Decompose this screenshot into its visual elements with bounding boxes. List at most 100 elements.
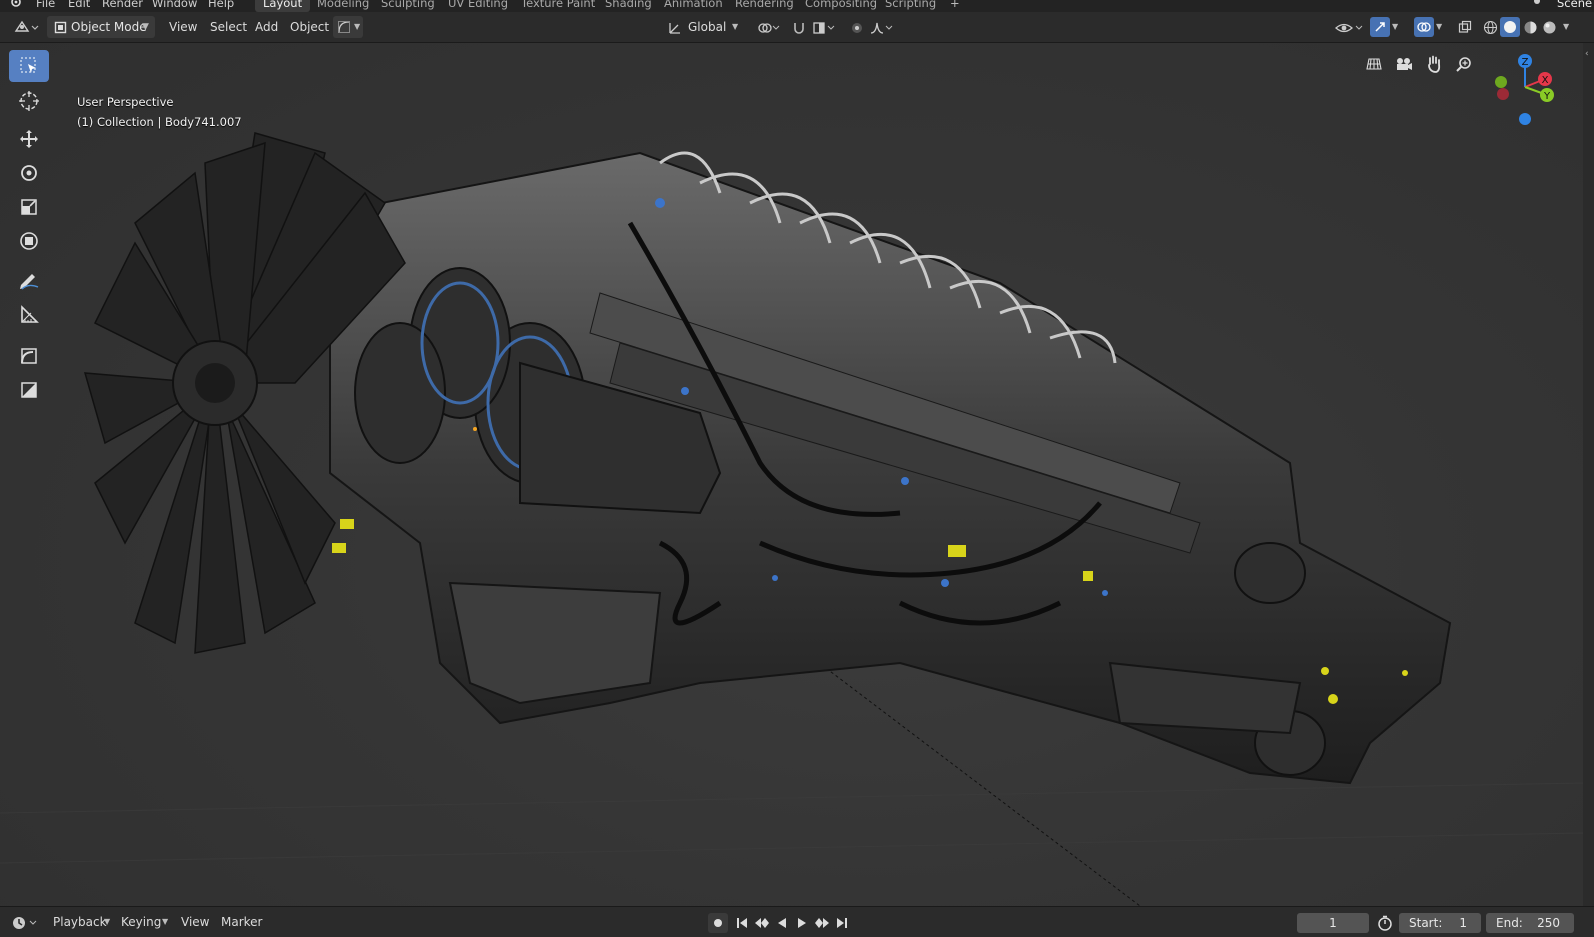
3d-viewport[interactable]: User Perspective (1) Collection | Body74… (0, 43, 1583, 906)
gizmo-neg-x[interactable] (1497, 88, 1509, 100)
snap-icon[interactable] (791, 20, 807, 36)
visibility-eye-icon[interactable] (1334, 19, 1364, 37)
perspective-label: User Perspective (77, 95, 174, 109)
stopwatch-icon[interactable] (1376, 914, 1394, 932)
chevron-down-icon: ▼ (1436, 22, 1443, 31)
wireframe-shading-icon[interactable] (1481, 18, 1499, 36)
play-reverse-icon[interactable] (773, 913, 791, 933)
tab-sculpting[interactable]: Sculpting (373, 0, 443, 12)
add-plane-icon[interactable] (9, 374, 49, 406)
gizmo-z-label: Z (1522, 57, 1529, 68)
hand-pan-icon[interactable] (1420, 50, 1448, 78)
tab-compositing[interactable]: Compositing (797, 0, 885, 12)
object-mode-icon (52, 19, 68, 35)
material-shading-icon[interactable] (1521, 18, 1539, 36)
menu-file[interactable]: File (36, 0, 55, 10)
chevron-down-icon: ▼ (1563, 22, 1570, 31)
tab-shading[interactable]: Shading (597, 0, 660, 12)
editor-type-icon[interactable] (12, 17, 40, 37)
cursor-icon[interactable] (9, 85, 49, 117)
current-frame-field[interactable]: 1 (1297, 913, 1369, 933)
transform-orientation-dropdown[interactable]: Global (688, 16, 726, 38)
add-workspace-button[interactable]: + (942, 0, 968, 12)
gizmo-x-label: X (1542, 75, 1549, 86)
snap-target-icon[interactable] (811, 20, 837, 36)
menu-marker[interactable]: Marker (221, 911, 262, 933)
add-cube-icon[interactable] (9, 340, 49, 372)
menu-playback[interactable]: Playback (53, 911, 107, 933)
jump-start-icon[interactable] (733, 913, 751, 933)
tab-rendering[interactable]: Rendering (727, 0, 802, 12)
scene-icon[interactable] (1530, 0, 1544, 11)
navigation-gizmo[interactable]: Z X Y (1487, 49, 1559, 127)
menu-select[interactable]: Select (210, 16, 247, 38)
menu-render[interactable]: Render (102, 0, 143, 10)
gizmo-y-label: Y (1543, 91, 1551, 102)
camera-view-icon[interactable] (1390, 50, 1418, 78)
menu-object[interactable]: Object (290, 16, 329, 38)
record-icon[interactable] (708, 913, 728, 933)
menu-view-timeline[interactable]: View (181, 911, 209, 933)
grid-toggle-icon[interactable] (1360, 50, 1388, 78)
overlays-icon[interactable] (1414, 17, 1434, 37)
transform-orientation-icon[interactable] (667, 20, 683, 36)
xray-icon[interactable] (1456, 18, 1474, 36)
mode-dropdown[interactable]: Object Mode ▼ (47, 16, 155, 38)
gizmo-neg-y[interactable] (1495, 76, 1507, 88)
tab-scripting[interactable]: Scripting (877, 0, 944, 12)
scene-render[interactable] (0, 43, 1583, 906)
scale-icon[interactable] (9, 191, 49, 223)
tab-texture-paint[interactable]: Texture Paint (513, 0, 603, 12)
measure-icon[interactable] (9, 299, 49, 331)
end-label: End: (1496, 916, 1523, 930)
viewport-info: User Perspective (1) Collection | Body74… (77, 92, 242, 132)
chevron-left-icon[interactable]: ‹ (1585, 49, 1589, 59)
tab-uv-editing[interactable]: UV Editing (440, 0, 516, 12)
viewport-header: Object Mode ▼ View Select Add Object ▼ G… (0, 12, 1594, 43)
timeline-editor-icon[interactable] (10, 913, 40, 933)
annotate-icon[interactable] (9, 265, 49, 297)
move-icon[interactable] (9, 123, 49, 155)
zoom-icon[interactable] (1450, 50, 1478, 78)
start-value: 1 (1459, 916, 1467, 930)
menu-view[interactable]: View (169, 16, 197, 38)
timeline-header: Playback ▼ Keying ▼ View Marker 1 Start:… (0, 906, 1594, 937)
viewport-side-strip[interactable]: ‹ (1583, 43, 1594, 906)
end-frame-field[interactable]: End: 250 (1486, 913, 1574, 933)
snap-curve-dropdown[interactable]: ▼ (333, 16, 363, 38)
next-keyframe-icon[interactable] (813, 913, 831, 933)
pivot-point-icon[interactable] (755, 20, 781, 36)
end-value: 250 (1537, 916, 1560, 930)
rendered-shading-icon[interactable] (1540, 18, 1558, 36)
chevron-down-icon: ▼ (1392, 22, 1399, 31)
proportional-edit-icon[interactable] (849, 20, 865, 36)
collection-label: (1) Collection | Body741.007 (77, 115, 242, 129)
falloff-icon[interactable] (869, 20, 895, 36)
menu-edit[interactable]: Edit (68, 0, 90, 10)
start-label: Start: (1409, 916, 1443, 930)
tab-layout[interactable]: Layout (255, 0, 311, 12)
blender-logo-icon[interactable] (8, 0, 22, 11)
menu-window[interactable]: Window (152, 0, 197, 10)
scene-selector[interactable]: Scene (1557, 0, 1592, 10)
gizmo-toggle-icon[interactable] (1370, 17, 1390, 37)
gizmo-neg-z[interactable] (1519, 113, 1531, 125)
prev-keyframe-icon[interactable] (753, 913, 771, 933)
play-icon[interactable] (793, 913, 811, 933)
menu-add[interactable]: Add (255, 16, 278, 38)
solid-shading-icon[interactable] (1500, 17, 1520, 37)
menu-help[interactable]: Help (208, 0, 234, 10)
chevron-down-icon: ▼ (162, 917, 169, 926)
chevron-down-icon: ▼ (354, 22, 361, 31)
start-frame-field[interactable]: Start: 1 (1399, 913, 1481, 933)
rotate-icon[interactable] (9, 157, 49, 189)
chevron-down-icon: ▼ (142, 22, 149, 32)
tab-animation[interactable]: Animation (656, 0, 731, 12)
chevron-down-icon: ▼ (104, 917, 111, 926)
jump-end-icon[interactable] (833, 913, 851, 933)
select-box-icon[interactable] (9, 50, 49, 82)
tab-modeling[interactable]: Modeling (309, 0, 377, 12)
transform-icon[interactable] (9, 225, 49, 257)
top-menu-bar: File Edit Render Window Help Layout Mode… (0, 0, 1594, 12)
menu-keying[interactable]: Keying (121, 911, 161, 933)
